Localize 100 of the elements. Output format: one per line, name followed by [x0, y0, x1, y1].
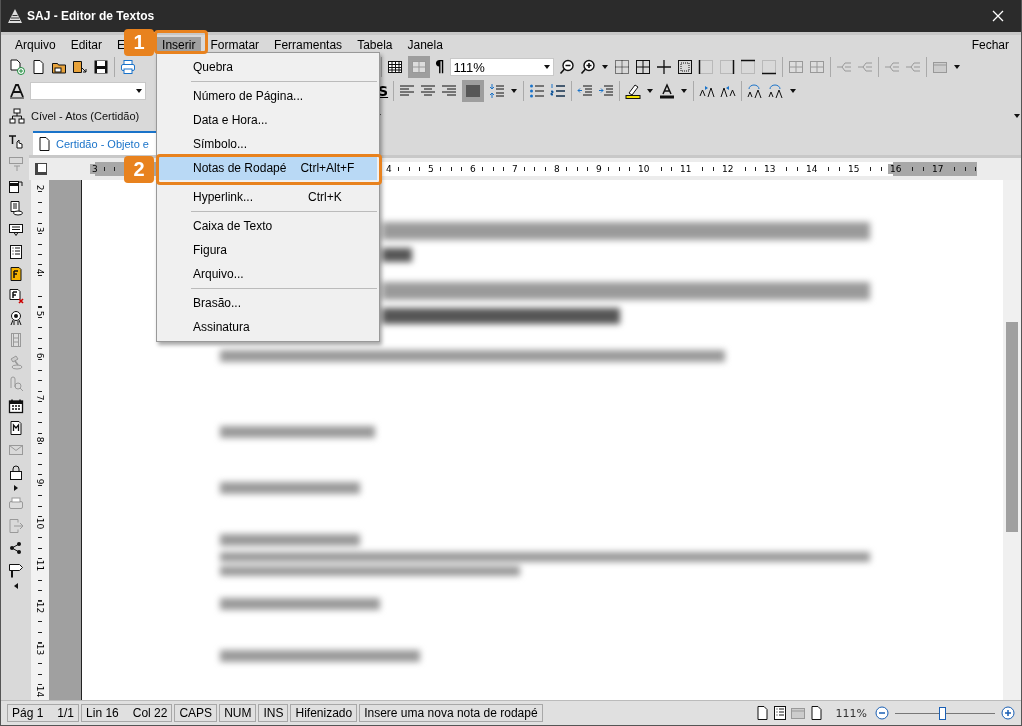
table-icon[interactable]	[387, 59, 403, 75]
ruler-number: 16	[888, 164, 904, 174]
menu-item[interactable]: Notas de Rodapé Ctrl+Alt+F	[159, 156, 377, 180]
ruler-number: 6	[34, 352, 46, 359]
expand-arrow-icon[interactable]	[13, 484, 19, 492]
zoom-out-icon[interactable]	[558, 59, 575, 75]
menu-item[interactable]: Editar	[70, 37, 103, 53]
new-document-icon[interactable]	[9, 59, 25, 75]
text-cursor-icon[interactable]	[8, 134, 24, 150]
f-document-icon[interactable]	[8, 266, 24, 282]
border-icon[interactable]	[739, 59, 756, 75]
m-document-icon[interactable]	[8, 420, 24, 436]
border-icon[interactable]	[760, 59, 777, 75]
merge-cells-icon[interactable]	[787, 59, 804, 75]
ruler-number: 14	[34, 685, 46, 698]
share-icon[interactable]	[8, 540, 24, 556]
status-text: Pág 1	[12, 706, 44, 720]
document-view-icon[interactable]	[771, 705, 788, 721]
signpost-icon[interactable]	[8, 562, 24, 578]
collapse-arrow-icon[interactable]	[13, 582, 19, 590]
align-left-icon[interactable]	[399, 83, 416, 99]
shortcut-text: Ctrl+K	[308, 190, 342, 204]
documents-icon[interactable]	[8, 178, 24, 194]
shrink-font-icon[interactable]	[720, 83, 737, 99]
status-text: Hifenizado	[295, 706, 353, 720]
menu-item[interactable]: Janela	[407, 37, 443, 53]
border-icon[interactable]	[676, 59, 693, 75]
lock-icon[interactable]	[8, 464, 24, 480]
font-color-icon[interactable]	[659, 83, 676, 99]
numbered-list-icon[interactable]	[550, 83, 567, 99]
border-icon[interactable]	[697, 59, 714, 75]
tree-icon[interactable]	[9, 107, 25, 124]
ruler-number: 12	[720, 164, 736, 174]
grow-font-icon[interactable]	[699, 83, 716, 99]
menu-item[interactable]: Brasão...	[159, 291, 377, 315]
tab-stop-button[interactable]	[35, 163, 47, 175]
change-case-icon[interactable]	[747, 83, 764, 99]
menu-item[interactable]: Arquivo	[15, 37, 56, 53]
align-center-icon[interactable]	[420, 83, 437, 99]
border-icon[interactable]	[655, 59, 672, 75]
menu-item[interactable]: Tabela	[357, 37, 393, 53]
ruler-number: 4	[384, 164, 394, 174]
app-logo-icon	[7, 8, 23, 24]
ruler-number: 5	[426, 164, 436, 174]
close-document-button[interactable]: Fechar	[971, 37, 1009, 53]
font-style-icon[interactable]	[9, 83, 25, 99]
clip-search-icon[interactable]	[8, 376, 24, 392]
slider-thumb[interactable]	[939, 706, 946, 720]
folder-arrow-icon[interactable]	[72, 59, 88, 75]
ruler-number: 17	[930, 164, 946, 174]
ruler-number: 13	[762, 164, 778, 174]
save-icon[interactable]	[93, 59, 109, 75]
border-icon[interactable]	[718, 59, 735, 75]
ruler-number: 2	[34, 184, 46, 191]
vertical-scrollbar[interactable]	[1003, 180, 1021, 700]
scrollbar-thumb[interactable]	[1006, 322, 1018, 532]
paragraph-mark-button[interactable]: ¶	[435, 58, 445, 76]
menu-item[interactable]: Símbolo...	[159, 132, 377, 156]
page-icon	[36, 136, 52, 152]
comment-icon[interactable]	[8, 222, 24, 238]
shortcut-text: Ctrl+Alt+F	[300, 161, 355, 175]
calendar-icon[interactable]	[8, 398, 24, 414]
menu-item[interactable]: Formatar	[210, 37, 260, 53]
align-right-icon[interactable]	[441, 83, 458, 99]
ruler-number: 10	[34, 517, 46, 530]
printer-icon[interactable]	[120, 59, 136, 75]
menu-item[interactable]: Data e Hora...	[159, 108, 377, 132]
status-text: CAPS	[179, 706, 213, 720]
status-text: Col 22	[132, 706, 168, 720]
border-icon[interactable]	[634, 59, 651, 75]
document-tab[interactable]: Certidão - Objeto e	[33, 131, 159, 155]
blank-page-icon[interactable]	[30, 59, 46, 75]
ruler-number: 9	[34, 478, 46, 485]
highlighter-icon[interactable]	[625, 83, 642, 99]
menu-item[interactable]: Quebra	[159, 55, 377, 79]
ruler-number: 7	[34, 394, 46, 401]
text-field-icon[interactable]	[8, 156, 24, 172]
merge-cells-icon[interactable]	[808, 59, 825, 75]
close-icon[interactable]	[991, 9, 1005, 23]
document-view-icon[interactable]	[8, 200, 24, 216]
menu-item[interactable]: Número de Página...	[159, 84, 377, 108]
menu-item[interactable]: E	[117, 37, 126, 53]
ruler-number: 11	[34, 559, 46, 572]
menu-item[interactable]: Hyperlink... Ctrl+K	[159, 185, 377, 209]
change-case-icon[interactable]	[768, 83, 785, 99]
menu-item[interactable]: Figura	[159, 238, 377, 262]
ruler-number: 8	[552, 164, 562, 174]
menu-item[interactable]: Caixa de Texto	[159, 214, 377, 238]
f-document-delete-icon[interactable]	[8, 288, 24, 304]
zoom-in-icon[interactable]	[579, 59, 596, 75]
menu-item[interactable]: Arquivo...	[159, 262, 377, 286]
zoom-combo[interactable]: 111%	[449, 58, 554, 76]
bullet-list-icon[interactable]	[529, 83, 546, 99]
award-icon[interactable]	[8, 310, 24, 326]
list-icon[interactable]	[8, 244, 24, 260]
menu-item[interactable]: Assinatura	[159, 315, 377, 339]
menu-item[interactable]: Ferramentas	[274, 37, 343, 53]
status-text: 1/1	[57, 706, 75, 720]
increase-indent-icon[interactable]	[598, 83, 615, 99]
decrease-indent-icon[interactable]	[577, 83, 594, 99]
